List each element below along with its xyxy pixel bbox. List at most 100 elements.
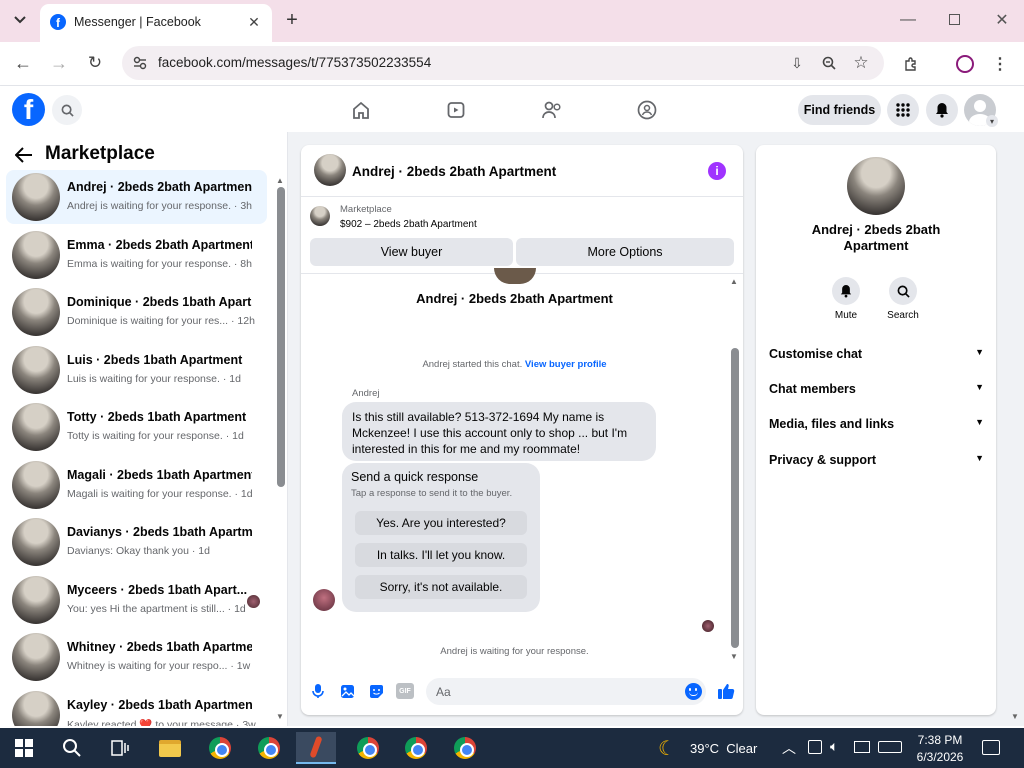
conversation-preview: Andrej is waiting for your response. · 3… (67, 200, 253, 212)
conversation-item[interactable]: Whitney · 2beds 1bath Apartment Whitney … (6, 630, 267, 684)
like-thumbs-up-icon[interactable] (715, 680, 737, 702)
chat-scrollbar-thumb[interactable] (731, 348, 739, 648)
incoming-message-bubble[interactable]: Is this still available? 513-372-1694 My… (342, 402, 656, 461)
new-tab-button[interactable]: + (280, 8, 304, 32)
extensions-icon[interactable] (898, 52, 924, 76)
meet-now-icon[interactable] (808, 740, 822, 754)
close-window-icon[interactable]: ✕ (990, 8, 1014, 32)
search-in-chat-icon[interactable] (889, 277, 917, 305)
browser-tab-messenger[interactable]: f Messenger | Facebook ✕ (40, 4, 272, 42)
keyboard-icon[interactable] (878, 741, 902, 753)
conversation-item[interactable]: Kayley · 2beds 1bath Apartment Kayley re… (6, 688, 267, 726)
back-icon[interactable]: ← (10, 51, 36, 75)
forward-icon[interactable]: → (46, 51, 72, 75)
listing-thumbnail (12, 403, 60, 451)
quick-response-subtitle: Tap a response to send it to the buyer. (351, 488, 513, 499)
minimize-window-icon[interactable]: — (896, 8, 920, 32)
conversation-item[interactable]: Dominique · 2beds 1bath Apart... Dominiq… (6, 285, 267, 339)
volume-icon[interactable]: 🔈︎ (830, 738, 838, 755)
conversation-item[interactable]: Emma · 2beds 2bath Apartment Emma is wai… (6, 228, 267, 282)
address-bar[interactable]: facebook.com/messages/t/775373502233554 … (122, 46, 884, 80)
clock-date[interactable]: 6/3/2026 (912, 750, 968, 764)
install-app-icon[interactable]: ⇩ (786, 52, 808, 74)
windows-start-icon[interactable] (4, 732, 44, 764)
search-icon[interactable] (52, 95, 82, 125)
sticker-icon[interactable] (367, 681, 385, 701)
conversation-item[interactable]: Davianys · 2beds 1bath Apartm... Daviany… (6, 515, 267, 569)
scroll-down-arrow[interactable]: ▼ (276, 712, 284, 721)
info-icon[interactable]: i (708, 162, 726, 180)
active-app-taskbar-icon[interactable] (296, 732, 336, 764)
chat-title[interactable]: Andrej · 2beds 2bath Apartment (352, 164, 556, 179)
account-chevron-icon[interactable]: ▾ (986, 115, 998, 127)
reload-icon[interactable]: ↻ (82, 51, 108, 75)
privacy-support-section[interactable]: Privacy & support ▼ (769, 453, 984, 467)
notification-center-icon[interactable] (982, 740, 1000, 755)
site-info-icon[interactable] (130, 53, 150, 73)
chat-scroll-down-arrow[interactable]: ▼ (730, 652, 738, 661)
chat-scroll-up-arrow[interactable]: ▲ (730, 277, 738, 286)
quick-response-talks-button[interactable]: In talks. I'll let you know. (355, 543, 527, 567)
tray-overflow-chevron-icon[interactable]: ︿ (782, 738, 796, 758)
gif-icon[interactable]: GIF (396, 683, 414, 699)
chevron-down-icon (14, 16, 26, 24)
close-tab-icon[interactable]: ✕ (244, 12, 264, 32)
page-scroll-down-arrow[interactable]: ▼ (1011, 712, 1019, 721)
chrome-taskbar-icon[interactable] (200, 732, 240, 764)
notifications-bell-icon[interactable] (926, 94, 958, 126)
view-buyer-button[interactable]: View buyer (310, 238, 513, 266)
more-options-button[interactable]: More Options (516, 238, 734, 266)
url-text[interactable]: facebook.com/messages/t/775373502233554 (158, 55, 431, 70)
listing-thumbnail (12, 576, 60, 624)
zoom-icon[interactable] (818, 52, 840, 74)
chat-members-section[interactable]: Chat members ▼ (769, 382, 984, 396)
network-icon[interactable] (854, 741, 870, 753)
task-view-icon[interactable] (100, 732, 140, 764)
quick-response-yes-button[interactable]: Yes. Are you interested? (355, 511, 527, 535)
sender-avatar[interactable] (313, 589, 335, 611)
chrome-taskbar-icon[interactable] (396, 732, 436, 764)
find-friends-button[interactable]: Find friends (798, 95, 881, 125)
file-explorer-icon[interactable] (150, 732, 190, 764)
conversation-item[interactable]: Totty · 2beds 1bath Apartment Totty is w… (6, 400, 267, 454)
restore-window-icon[interactable] (949, 14, 960, 25)
scrollbar-thumb[interactable] (277, 187, 285, 487)
menu-grid-icon[interactable] (887, 94, 919, 126)
conversation-item[interactable]: Andrej · 2beds 2bath Apartment Andrej is… (6, 170, 267, 224)
browser-menu-icon[interactable]: ⋮ (990, 52, 1010, 76)
conversation-item[interactable]: Magali · 2beds 1bath Apartment Magali is… (6, 458, 267, 512)
taskbar-search-icon[interactable] (52, 732, 92, 764)
mute-label: Mute (834, 310, 858, 321)
home-icon[interactable] (348, 98, 374, 122)
emoji-icon[interactable] (685, 683, 702, 700)
quick-response-unavailable-button[interactable]: Sorry, it's not available. (355, 575, 527, 599)
chrome-taskbar-icon[interactable] (445, 732, 485, 764)
customise-chat-section[interactable]: Customise chat ▼ (769, 347, 984, 361)
clock-time[interactable]: 7:38 PM (912, 733, 968, 747)
search-label: Search (887, 310, 919, 321)
groups-icon[interactable] (634, 98, 660, 122)
details-listing-photo[interactable] (847, 157, 905, 215)
conversation-item[interactable]: Luis · 2beds 1bath Apartment Luis is wai… (6, 343, 267, 397)
conversation-list-panel: Marketplace Andrej · 2beds 2bath Apartme… (0, 132, 288, 726)
facebook-logo-icon[interactable]: f (12, 93, 45, 126)
listing-price[interactable]: $902 – 2beds 2bath Apartment (340, 219, 477, 230)
message-input[interactable]: Aa (426, 678, 706, 705)
profile-icon[interactable] (956, 55, 974, 73)
microphone-icon[interactable] (309, 681, 327, 701)
chrome-taskbar-icon[interactable] (249, 732, 289, 764)
mute-bell-icon[interactable] (832, 277, 860, 305)
conversation-item[interactable]: Myceers · 2beds 1bath Apart... You: yes … (6, 573, 267, 627)
scroll-up-arrow[interactable]: ▲ (276, 176, 284, 185)
tab-search-button[interactable] (6, 6, 34, 34)
bookmark-star-icon[interactable]: ☆ (850, 52, 872, 74)
photo-icon[interactable] (338, 681, 356, 701)
back-arrow-icon[interactable] (12, 144, 36, 166)
friends-icon[interactable] (539, 98, 565, 122)
weather-text[interactable]: 39°C Clear (690, 741, 757, 756)
view-buyer-profile-link[interactable]: View buyer profile (525, 359, 607, 370)
chrome-taskbar-icon[interactable] (348, 732, 388, 764)
video-icon[interactable] (443, 98, 469, 122)
chat-header-thumbnail[interactable] (314, 154, 346, 186)
media-files-links-section[interactable]: Media, files and links ▼ (769, 417, 984, 431)
